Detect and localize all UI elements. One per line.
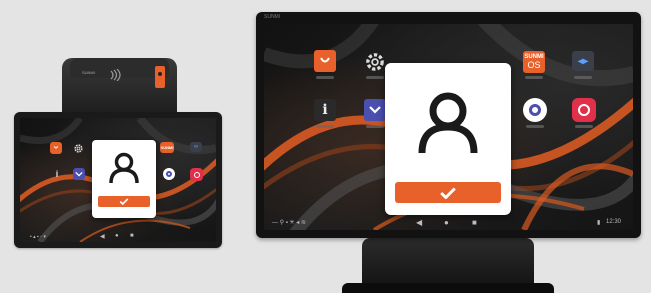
- ring-icon[interactable]: [163, 168, 175, 180]
- ring-icon[interactable]: [523, 98, 547, 122]
- back-button[interactable]: ◀: [100, 233, 105, 240]
- battery-icon: ▮: [597, 220, 601, 226]
- user-dialog: [92, 140, 156, 218]
- nfc-icon: [102, 68, 128, 86]
- home-button[interactable]: ●: [444, 218, 449, 227]
- tablet-device: SUNMI ‹› i • ▴ ▪ ◦ ▾ ◀ ● ■: [14, 112, 222, 248]
- confirm-button[interactable]: [98, 196, 150, 207]
- monitor-device: SUNMI SUNMI OS ◂▸ i — ⚲ ▪ ✳ ◂ ≋ ◀ ● ■ ▮ …: [256, 12, 641, 238]
- status-icons: • ▴ ▪ ◦ ▾: [30, 234, 46, 240]
- sunmi-os-label: SUNMI: [160, 144, 174, 150]
- monitor-stand-base: [342, 283, 554, 293]
- back-button[interactable]: ◀: [416, 218, 422, 227]
- app-label-placeholder: [366, 125, 384, 128]
- sunmi-os-icon[interactable]: SUNMI OS: [523, 51, 545, 73]
- info-icon[interactable]: i: [52, 168, 62, 180]
- app-label-placeholder: [575, 125, 593, 128]
- receipt-printer: SUNMI: [62, 58, 177, 118]
- monitor-screen: SUNMI OS ◂▸ i — ⚲ ▪ ✳ ◂ ≋ ◀ ● ■ ▮ 12:30: [264, 24, 633, 230]
- code-arrows-icon[interactable]: ‹›: [190, 142, 202, 152]
- music-disc-icon[interactable]: [572, 98, 596, 122]
- navigation-bar: • ▴ ▪ ◦ ▾ ◀ ● ■: [20, 232, 216, 242]
- sunmi-os-label-os: OS: [527, 60, 541, 70]
- status-icons: — ⚲ ▪ ✳ ◂ ≋: [272, 220, 306, 226]
- app-label-placeholder: [525, 76, 543, 79]
- app-label-placeholder: [316, 76, 334, 79]
- home-button[interactable]: ●: [115, 233, 119, 239]
- gear-icon[interactable]: [364, 51, 386, 73]
- tablet-screen: SUNMI ‹› i • ▴ ▪ ◦ ▾ ◀ ● ■: [20, 118, 216, 242]
- chevron-down-icon[interactable]: [73, 168, 85, 180]
- navigation-bar: — ⚲ ▪ ✳ ◂ ≋ ◀ ● ■ ▮ 12:30: [264, 216, 633, 230]
- checkmark-icon: [440, 186, 456, 199]
- chevron-down-icon[interactable]: [364, 99, 386, 121]
- recents-button[interactable]: ■: [130, 233, 134, 239]
- info-icon[interactable]: i: [314, 99, 336, 121]
- checkmark-icon: [119, 198, 129, 205]
- code-arrows-icon[interactable]: ◂▸: [572, 51, 594, 71]
- user-dialog: [385, 63, 511, 215]
- music-disc-icon[interactable]: [190, 168, 203, 181]
- confirm-button[interactable]: [395, 182, 501, 203]
- printer-paper-button[interactable]: [155, 66, 165, 88]
- monitor-brand: SUNMI: [264, 14, 281, 20]
- recents-button[interactable]: ■: [472, 218, 477, 227]
- shopping-bag-icon[interactable]: [50, 142, 62, 154]
- sunmi-os-icon[interactable]: SUNMI: [160, 142, 174, 153]
- printer-brand: SUNMI: [82, 70, 95, 75]
- gear-icon[interactable]: [73, 143, 84, 154]
- user-icon: [418, 91, 478, 160]
- shopping-bag-icon[interactable]: [314, 50, 336, 72]
- clock: 12:30: [606, 219, 622, 225]
- app-label-placeholder: [574, 76, 592, 79]
- app-label-placeholder: [366, 76, 384, 79]
- app-label-placeholder: [526, 125, 544, 128]
- user-icon: [109, 152, 139, 189]
- app-label-placeholder: [316, 125, 334, 128]
